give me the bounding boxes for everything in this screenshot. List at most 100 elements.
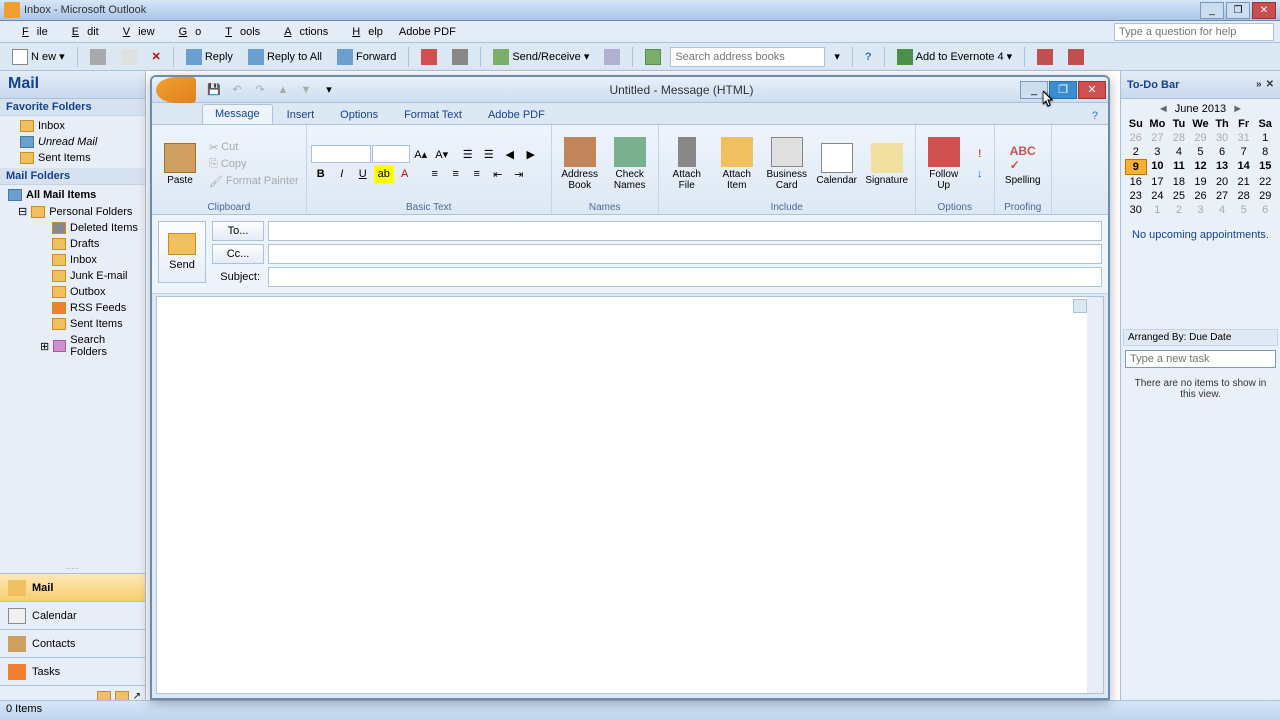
mail-folders-header[interactable]: Mail Folders	[0, 168, 145, 185]
new-button[interactable]: New ▾	[6, 46, 71, 68]
tab-message[interactable]: Message	[202, 104, 273, 124]
shrink-font-button[interactable]: A▾	[432, 145, 452, 163]
addressbook-icon[interactable]	[639, 46, 667, 68]
new-task-input[interactable]	[1125, 350, 1276, 368]
fav-sent[interactable]: Sent Items	[0, 150, 145, 166]
delete-button[interactable]: ✕	[146, 47, 167, 66]
tab-options[interactable]: Options	[328, 106, 390, 124]
qat-save-icon[interactable]: 💾	[204, 80, 224, 100]
tab-formattext[interactable]: Format Text	[392, 106, 474, 124]
reply-button[interactable]: Reply	[180, 46, 239, 68]
cal-month[interactable]: June 2013	[1175, 103, 1226, 115]
compose-close-button[interactable]: ✕	[1078, 81, 1106, 99]
qat-redo-icon[interactable]: ↷	[250, 80, 270, 100]
align-center-button[interactable]: ≡	[446, 165, 466, 183]
businesscard-button[interactable]: Business Card	[763, 135, 811, 193]
qat-prev-icon[interactable]: ▲	[273, 80, 293, 100]
categorize-button[interactable]	[115, 46, 143, 68]
checknames-button[interactable]: Check Names	[606, 135, 654, 193]
compose-minimize-button[interactable]: _	[1020, 81, 1048, 99]
todo-close-icon[interactable]: ✕	[1266, 79, 1274, 90]
outdent-button[interactable]: ◀	[500, 145, 520, 163]
high-importance-button[interactable]: !	[970, 145, 990, 163]
decrease-indent-button[interactable]: ⇤	[488, 165, 508, 183]
send-button[interactable]: Send	[158, 221, 206, 283]
calendar-button[interactable]: Calendar	[813, 141, 861, 188]
inbox-folder[interactable]: Inbox	[0, 252, 145, 268]
italic-button[interactable]: I	[332, 165, 352, 183]
increase-indent-button[interactable]: ⇥	[509, 165, 529, 183]
highlight-button[interactable]: ab	[374, 165, 394, 183]
cal-today[interactable]: 9	[1125, 159, 1147, 175]
evernote-button[interactable]: Add to Evernote 4 ▾	[891, 46, 1019, 68]
underline-button[interactable]: U	[353, 165, 373, 183]
align-left-button[interactable]: ≡	[425, 165, 445, 183]
favorite-folders-header[interactable]: Favorite Folders	[0, 99, 145, 116]
cc-field[interactable]	[268, 244, 1102, 264]
drafts[interactable]: Drafts	[0, 236, 145, 252]
flag-button[interactable]	[415, 46, 443, 68]
arranged-by[interactable]: Arranged By: Due Date	[1123, 329, 1278, 346]
grow-font-button[interactable]: A▴	[411, 145, 431, 163]
sent-folder[interactable]: Sent Items	[0, 316, 145, 332]
fav-inbox[interactable]: Inbox	[0, 118, 145, 134]
print-button[interactable]	[84, 46, 112, 68]
close-button[interactable]: ✕	[1252, 2, 1276, 19]
nav-tasks[interactable]: Tasks	[0, 657, 145, 685]
replyall-button[interactable]: Reply to All	[242, 46, 328, 68]
spelling-button[interactable]: ABC✓Spelling	[999, 141, 1047, 188]
tab-insert[interactable]: Insert	[275, 106, 327, 124]
cal-next-icon[interactable]: ►	[1232, 103, 1243, 115]
menu-go[interactable]: Go	[163, 24, 210, 40]
search-folders[interactable]: ⊞ Search Folders	[0, 332, 145, 360]
fav-unread[interactable]: Unread Mail	[0, 134, 145, 150]
signature-button[interactable]: Signature	[863, 141, 911, 188]
menu-actions[interactable]: Actions	[268, 24, 336, 40]
sendreceive-button[interactable]: Send/Receive ▾	[487, 46, 595, 68]
followup-button[interactable]: Follow Up	[920, 135, 968, 193]
outbox-folder[interactable]: Outbox	[0, 284, 145, 300]
qat-customize-icon[interactable]: ▾	[319, 80, 339, 100]
search-dropdown[interactable]: ▾	[828, 47, 846, 66]
to-field[interactable]	[268, 221, 1102, 241]
message-body[interactable]	[156, 296, 1104, 694]
cc-button[interactable]: Cc...	[212, 244, 264, 264]
forward-button[interactable]: Forward	[331, 46, 402, 68]
subject-field[interactable]	[268, 267, 1102, 287]
address-searchbox[interactable]	[670, 47, 825, 67]
tab-adobepdf[interactable]: Adobe PDF	[476, 106, 557, 124]
junk-folder[interactable]: Junk E-mail	[0, 268, 145, 284]
deleted-items[interactable]: Deleted Items	[0, 220, 145, 236]
menu-help[interactable]: Help	[336, 24, 391, 40]
menu-file[interactable]: File	[6, 24, 56, 40]
menu-tools[interactable]: Tools	[209, 24, 268, 40]
qat-undo-icon[interactable]: ↶	[227, 80, 247, 100]
copy-button[interactable]: ⎘ Copy	[206, 157, 302, 172]
help-searchbox[interactable]	[1114, 23, 1274, 41]
bullets-button[interactable]: ☰	[458, 145, 478, 163]
help-icon[interactable]: ?	[859, 48, 878, 66]
office-button[interactable]	[156, 77, 196, 103]
menu-adobepdf[interactable]: Adobe PDF	[391, 24, 464, 40]
align-right-button[interactable]: ≡	[467, 165, 487, 183]
menu-view[interactable]: View	[107, 24, 163, 40]
find-button[interactable]	[598, 46, 626, 68]
to-button[interactable]: To...	[212, 221, 264, 241]
compose-restore-button[interactable]: ❐	[1049, 81, 1077, 99]
bold-button[interactable]: B	[311, 165, 331, 183]
qat-next-icon[interactable]: ▼	[296, 80, 316, 100]
rss-folder[interactable]: RSS Feeds	[0, 300, 145, 316]
block-button[interactable]	[446, 46, 474, 68]
indent-button[interactable]: ▶	[521, 145, 541, 163]
numbering-button[interactable]: ☰	[479, 145, 499, 163]
minimize-button[interactable]: _	[1200, 2, 1224, 19]
todo-collapse-icon[interactable]: »	[1256, 79, 1262, 90]
font-size-select[interactable]	[372, 145, 410, 163]
ribbon-help-icon[interactable]: ?	[1090, 108, 1100, 124]
attachfile-button[interactable]: Attach File	[663, 135, 711, 193]
pdf-button-2[interactable]	[1062, 46, 1090, 68]
all-mail-items[interactable]: All Mail Items	[0, 187, 145, 203]
nav-calendar[interactable]: Calendar	[0, 601, 145, 629]
attachitem-button[interactable]: Attach Item	[713, 135, 761, 193]
personal-folders[interactable]: ⊟ Personal Folders	[0, 203, 145, 220]
